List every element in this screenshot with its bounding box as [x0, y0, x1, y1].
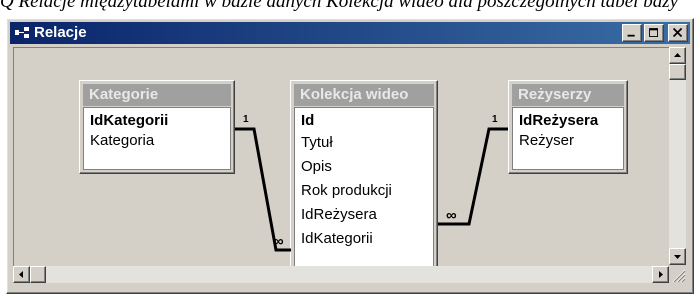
vertical-scrollbar[interactable] [669, 47, 686, 265]
maximize-icon [649, 28, 658, 37]
relationships-icon [15, 27, 29, 38]
scroll-right-button[interactable] [652, 266, 669, 283]
scroll-up-button[interactable] [669, 47, 686, 64]
maximize-button[interactable] [644, 24, 664, 42]
arrow-down-icon [674, 255, 681, 259]
horizontal-scrollbar[interactable] [13, 266, 669, 283]
scroll-left-button[interactable] [13, 266, 30, 283]
scroll-down-button[interactable] [669, 248, 686, 265]
minimize-icon [627, 34, 635, 37]
close-icon [672, 27, 683, 38]
document-text-fragment: Q Relacje międzytabelami w bazie danych … [0, 0, 679, 11]
many-side-label: ∞ [273, 233, 284, 250]
relationship-lines: 1 ∞ 1 ∞ [235, 114, 508, 252]
arrow-left-icon [19, 271, 23, 278]
one-side-label: 1 [243, 114, 249, 125]
arrow-up-icon [674, 53, 681, 57]
relationship-rezyserzy-kolekcja[interactable]: 1 ∞ [438, 114, 508, 226]
relationship-kategorie-kolekcja[interactable]: 1 ∞ [235, 114, 291, 252]
close-button[interactable] [668, 24, 688, 42]
horizontal-scroll-thumb[interactable] [30, 266, 46, 283]
vertical-scroll-thumb[interactable] [669, 64, 686, 80]
resize-grip-icon [672, 269, 686, 283]
window-controls [622, 24, 688, 42]
window-title: Relacje [34, 24, 87, 41]
resize-grip[interactable] [669, 266, 686, 283]
many-side-label: ∞ [446, 207, 457, 224]
title-bar[interactable]: Relacje [10, 22, 690, 44]
relationships-canvas[interactable]: Kategorie IdKategorii Kategoria Kolekcja… [13, 47, 669, 266]
arrow-right-icon [659, 271, 663, 278]
relationships-window: Relacje Kategorie IdKategorii Kategoria … [6, 18, 694, 294]
minimize-button[interactable] [622, 24, 642, 42]
one-side-label: 1 [492, 114, 498, 125]
